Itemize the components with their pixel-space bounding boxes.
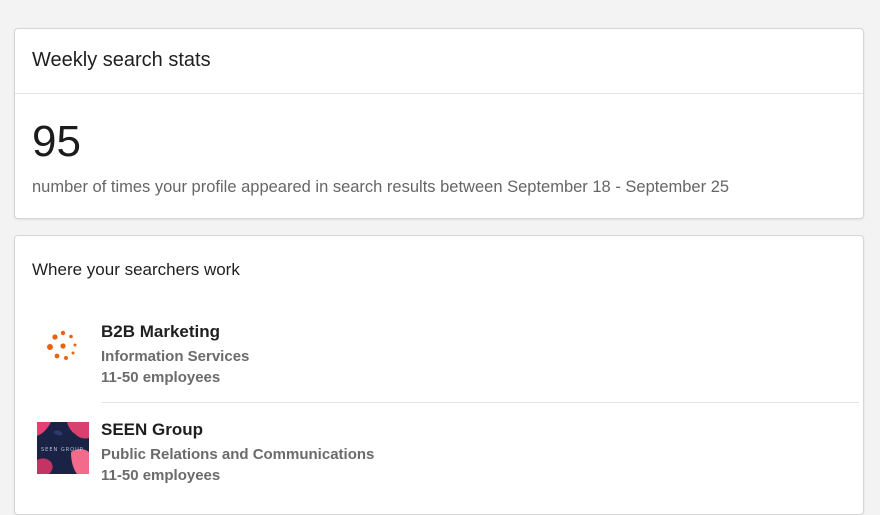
searchers-work-card: Where your searchers work B2B Marketing …: [14, 235, 864, 515]
company-size: 11-50 employees: [101, 467, 221, 484]
card-title: Weekly search stats: [32, 49, 211, 71]
search-appearance-count: 95: [32, 117, 81, 166]
weekly-search-stats-card: Weekly search stats 95 number of times y…: [14, 28, 864, 219]
section-title: Where your searchers work: [32, 260, 240, 279]
search-appearance-description: number of times your profile appeared in…: [32, 178, 730, 196]
seen-group-logo-text: SEEN GROUP: [41, 447, 84, 453]
seen-group-logo-icon[interactable]: SEEN GROUP: [37, 422, 89, 474]
company-name[interactable]: SEEN Group: [101, 420, 203, 440]
card-header: Weekly search stats: [15, 29, 863, 94]
divider: [101, 402, 859, 403]
company-industry: Information Services: [101, 348, 250, 365]
company-size: 11-50 employees: [101, 369, 221, 386]
company-industry: Public Relations and Communications: [101, 446, 375, 463]
b2b-marketing-logo-icon[interactable]: [37, 322, 89, 374]
company-name[interactable]: B2B Marketing: [101, 322, 220, 342]
company-item-b2b-marketing[interactable]: B2B Marketing Information Services 11-50…: [15, 306, 864, 406]
company-item-seen-group[interactable]: SEEN GROUP SEEN Group Public Relations a…: [15, 404, 864, 504]
